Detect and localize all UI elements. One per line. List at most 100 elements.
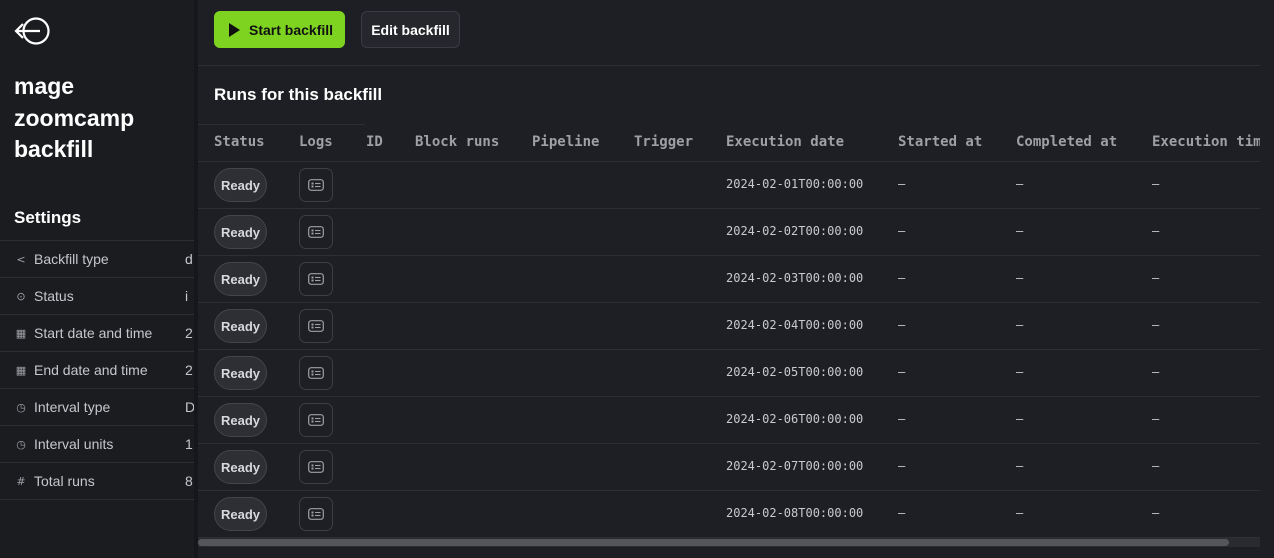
settings-value: 2 [185, 362, 193, 378]
settings-label: Total runs [34, 473, 95, 489]
settings-value: d [185, 251, 193, 267]
execution-time-cell: — [1152, 365, 1160, 379]
back-arrow-icon[interactable] [14, 16, 54, 46]
completed-at-cell: — [1016, 318, 1024, 332]
execution-time-cell: — [1152, 412, 1160, 426]
started-at-cell: — [898, 506, 906, 520]
settings-value: 8 [185, 473, 193, 489]
clock-icon: ◷ [16, 437, 26, 451]
execution-date-cell: 2024-02-03T00:00:00 [726, 271, 864, 285]
calendar-icon: ▦ [15, 363, 27, 377]
execution-date-cell: 2024-02-08T00:00:00 [726, 506, 864, 520]
status-badge: Ready [214, 215, 267, 249]
share-icon: < [16, 252, 26, 266]
logs-icon [308, 367, 324, 379]
column-header: Status [214, 134, 265, 150]
toolbar: Start backfill Edit backfill [198, 0, 1274, 66]
settings-row: ⊙ Status i [0, 278, 194, 315]
completed-at-cell: — [1016, 412, 1024, 426]
logs-button[interactable] [299, 356, 333, 390]
start-backfill-label: Start backfill [249, 21, 334, 38]
settings-label: Interval units [34, 436, 114, 452]
table-row[interactable]: Ready 2024-02-06T00:00:00 — — — [198, 397, 1260, 444]
logs-button[interactable] [299, 168, 333, 202]
column-header: Execution time [1152, 134, 1271, 150]
runs-title: Runs for this backfill [214, 85, 383, 104]
execution-time-cell: — [1152, 506, 1160, 520]
sidebar: mage zoomcamp backfill Settings < Backfil… [0, 0, 194, 558]
execution-date-cell: 2024-02-05T00:00:00 [726, 365, 864, 379]
horizontal-scrollbar[interactable] [198, 538, 1260, 547]
logs-icon [308, 179, 324, 191]
started-at-cell: — [898, 318, 906, 332]
settings-row: ◷ Interval units 1 [0, 426, 194, 463]
pipeline-title-line: mage [14, 73, 75, 99]
completed-at-cell: — [1016, 177, 1024, 191]
status-badge: Ready [214, 403, 267, 437]
table-row[interactable]: Ready 2024-02-02T00:00:00 — — — [198, 209, 1260, 256]
column-header: Block runs [415, 134, 500, 150]
logs-icon [308, 508, 324, 520]
status-badge: Ready [214, 168, 267, 202]
settings-label: Backfill type [34, 251, 109, 267]
execution-time-cell: — [1152, 271, 1160, 285]
settings-value: 1 [185, 436, 193, 452]
execution-time-cell: — [1152, 224, 1160, 238]
settings-value: D [185, 399, 194, 415]
logs-icon [308, 320, 324, 332]
table-row[interactable]: Ready 2024-02-03T00:00:00 — — — [198, 256, 1260, 303]
logs-button[interactable] [299, 497, 333, 531]
settings-heading: Settings [14, 208, 82, 227]
settings-row: ▦ End date and time 2 [0, 352, 194, 389]
completed-at-cell: — [1016, 459, 1024, 473]
logs-icon [308, 414, 324, 426]
logs-button[interactable] [299, 309, 333, 343]
table-row[interactable]: Ready 2024-02-05T00:00:00 — — — [198, 350, 1260, 397]
status-badge: Ready [214, 262, 267, 296]
settings-label: End date and time [34, 362, 148, 378]
column-header: Started at [898, 134, 983, 150]
vertical-scrollbar[interactable] [1260, 0, 1274, 558]
pipeline-title-line: backfill [14, 136, 94, 162]
start-backfill-button[interactable]: Start backfill [214, 11, 345, 48]
settings-row: # Total runs 8 [0, 463, 194, 500]
status-badge: Ready [214, 497, 267, 531]
table-row[interactable]: Ready 2024-02-08T00:00:00 — — — [198, 491, 1260, 538]
play-icon [229, 22, 240, 37]
started-at-cell: — [898, 177, 906, 191]
settings-label: Status [34, 288, 74, 304]
execution-date-cell: 2024-02-04T00:00:00 [726, 318, 864, 332]
table-row[interactable]: Ready 2024-02-07T00:00:00 — — — [198, 444, 1260, 491]
execution-date-cell: 2024-02-07T00:00:00 [726, 459, 864, 473]
status-badge: Ready [214, 309, 267, 343]
clock-icon: ◷ [16, 400, 26, 414]
execution-date-cell: 2024-02-06T00:00:00 [726, 412, 864, 426]
status-badge: Ready [214, 356, 267, 390]
logs-icon [308, 273, 324, 285]
scrollbar-thumb[interactable] [198, 539, 1229, 546]
logs-button[interactable] [299, 450, 333, 484]
logs-icon [308, 461, 324, 473]
settings-value: i [185, 288, 189, 304]
pipeline-title-line: zoomcamp [14, 104, 135, 131]
started-at-cell: — [898, 224, 906, 238]
column-header: Logs [299, 134, 333, 150]
status-badge: Ready [214, 450, 267, 484]
settings-label: Interval type [34, 399, 111, 415]
logs-button[interactable] [299, 403, 333, 437]
logs-button[interactable] [299, 215, 333, 249]
table-row[interactable]: Ready 2024-02-04T00:00:00 — — — [198, 303, 1260, 350]
completed-at-cell: — [1016, 365, 1024, 379]
settings-row: ◷ Interval type D [0, 389, 194, 426]
settings-row: < Backfill type d [0, 240, 194, 278]
execution-date-cell: 2024-02-02T00:00:00 [726, 224, 864, 238]
edit-backfill-button[interactable]: Edit backfill [361, 11, 460, 48]
column-header: ID [366, 134, 383, 150]
column-header: Pipeline [532, 134, 600, 150]
execution-time-cell: — [1152, 177, 1160, 191]
logs-button[interactable] [299, 262, 333, 296]
pipeline-title: mage zoomcamp backfill [14, 71, 134, 166]
column-header: Execution date [726, 134, 845, 150]
settings-row: ▦ Start date and time 2 [0, 315, 194, 352]
table-row[interactable]: Ready 2024-02-01T00:00:00 — — — [198, 162, 1260, 209]
